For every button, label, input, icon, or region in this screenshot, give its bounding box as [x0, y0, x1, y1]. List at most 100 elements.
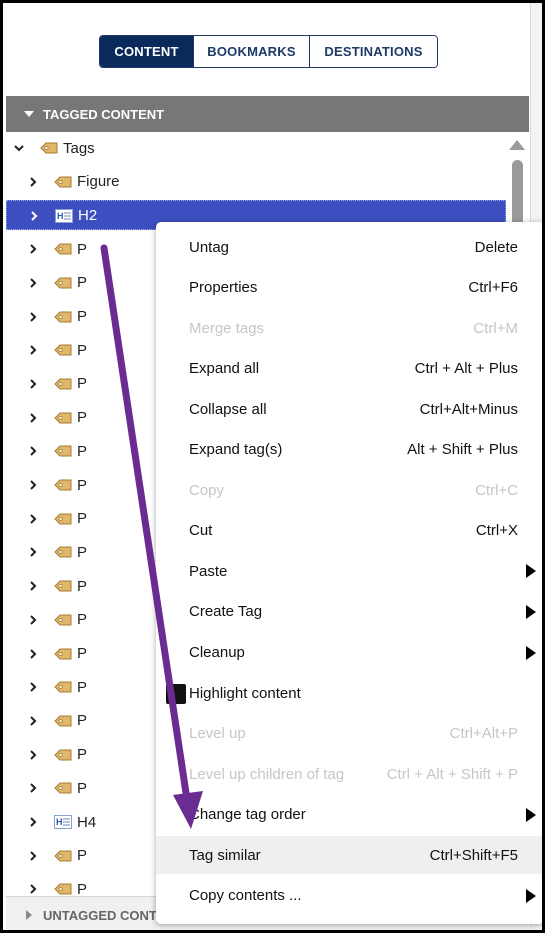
tree-row-label: P: [77, 476, 88, 494]
chevron-right-icon[interactable]: [28, 513, 38, 524]
menu-item-shortcut: Ctrl + Alt + Plus: [414, 360, 518, 378]
tree-row-label: P: [77, 442, 88, 460]
tree-row-label: H2: [78, 206, 98, 224]
svg-text:H: H: [56, 817, 63, 827]
tag-icon: [54, 242, 72, 256]
tag-icon: [54, 175, 72, 189]
menu-item-label: Copy: [189, 481, 225, 499]
menu-item-label: Highlight content: [189, 684, 301, 702]
menu-item-expand-all[interactable]: Expand all Ctrl + Alt + Plus: [156, 350, 542, 388]
menu-item-shortcut: Ctrl+F6: [468, 279, 518, 297]
tag-icon: [54, 411, 72, 425]
chevron-right-icon[interactable]: [28, 345, 38, 355]
menu-item-paste[interactable]: Paste: [156, 552, 542, 590]
tagged-content-header[interactable]: TAGGED CONTENT: [6, 96, 529, 132]
chevron-right-icon[interactable]: [28, 412, 38, 423]
menu-item-properties[interactable]: Properties Ctrl+F6: [156, 269, 542, 307]
menu-item-highlight-content[interactable]: Highlight content: [156, 674, 542, 712]
chevron-right-icon[interactable]: [28, 379, 38, 389]
chevron-right-icon[interactable]: [28, 716, 38, 726]
tree-row-label: P: [77, 274, 88, 292]
chevron-right-icon[interactable]: [28, 884, 38, 895]
chevron-right-icon[interactable]: [28, 850, 38, 861]
tree-row-label: P: [77, 712, 88, 730]
menu-item-level-up-children-of-tag[interactable]: Level up children of tag Ctrl + Alt + Shi…: [156, 755, 542, 793]
tag-icon: [54, 478, 72, 492]
chevron-right-icon[interactable]: [29, 211, 39, 222]
menu-item-label: Expand tag(s): [189, 441, 283, 459]
chevron-right-icon[interactable]: [28, 783, 38, 794]
chevron-right-icon[interactable]: [28, 648, 38, 659]
chevron-right-icon[interactable]: [28, 682, 38, 692]
tree-row-label: P: [77, 678, 88, 696]
tag-icon: [54, 647, 72, 661]
chevron-right-icon[interactable]: [28, 817, 38, 827]
tag-icon: [54, 781, 72, 795]
menu-item-label: Untag: [189, 238, 230, 256]
menu-item-label: Level up children of tag: [189, 765, 345, 783]
menu-item-label: Level up: [189, 725, 246, 743]
chevron-right-icon[interactable]: [28, 480, 38, 490]
menu-item-label: Copy contents ...: [189, 887, 302, 905]
menu-item-shortcut: Ctrl+Alt+P: [449, 725, 518, 743]
menu-item-collapse-all[interactable]: Collapse all Ctrl+Alt+Minus: [156, 390, 542, 428]
menu-item-untag[interactable]: Untag Delete: [156, 228, 542, 266]
tree-row-label: P: [77, 510, 88, 528]
tree-row-label: P: [77, 375, 88, 393]
chevron-right-icon[interactable]: [28, 176, 38, 187]
menu-item-cleanup[interactable]: Cleanup: [156, 634, 542, 672]
tag-icon: [54, 849, 72, 863]
chevron-right-icon[interactable]: [28, 311, 38, 322]
tree-row-label: P: [77, 611, 88, 629]
menu-item-label: Paste: [189, 562, 228, 580]
heading-icon: H: [54, 815, 72, 829]
chevron-right-icon[interactable]: [28, 244, 38, 254]
tag-icon: [54, 680, 72, 694]
tree-row-label: Tags: [63, 139, 95, 157]
menu-item-label: Cleanup: [189, 644, 245, 661]
menu-item-label: Expand all: [189, 360, 260, 378]
menu-item-shortcut: Delete: [474, 238, 518, 256]
tab-destinations[interactable]: DESTINATIONS: [310, 36, 437, 67]
chevron-right-icon[interactable]: [28, 278, 38, 288]
menu-item-label: Cut: [189, 522, 213, 540]
scroll-up-arrow-icon[interactable]: [509, 140, 525, 150]
menu-item-shortcut: Ctrl+Shift+F5: [429, 846, 518, 864]
menu-item-merge-tags[interactable]: Merge tags Ctrl+M: [156, 309, 542, 347]
chevron-down-icon[interactable]: [14, 143, 24, 153]
menu-item-tag-similar[interactable]: Tag similar Ctrl+Shift+F5: [156, 836, 542, 875]
chevron-right-icon[interactable]: [28, 615, 38, 625]
menu-item-shortcut: Ctrl+M: [473, 319, 518, 337]
tree-row-label: H4: [77, 813, 97, 831]
tree-row-label: P: [77, 543, 88, 561]
menu-item-label: Properties: [189, 279, 258, 297]
menu-item-copy[interactable]: Copy Ctrl+C: [156, 471, 542, 509]
menu-item-label: Change tag order: [189, 806, 306, 824]
tag-icon: [54, 444, 72, 458]
chevron-right-icon[interactable]: [28, 749, 38, 760]
menu-item-level-up[interactable]: Level up Ctrl+Alt+P: [156, 715, 542, 753]
checkmark-icon: [166, 684, 186, 705]
tree-row-tags[interactable]: Tags: [6, 133, 506, 163]
submenu-arrow-icon: [526, 645, 536, 660]
tree-row-figure[interactable]: Figure: [6, 167, 506, 197]
tab-content[interactable]: CONTENT: [100, 36, 194, 67]
menu-item-expand-tag-s[interactable]: Expand tag(s) Alt + Shift + Plus: [156, 431, 542, 469]
chevron-right-icon[interactable]: [28, 547, 38, 558]
tree-row-label: P: [77, 577, 88, 595]
menu-item-copy-contents[interactable]: Copy contents ...: [156, 877, 542, 915]
scrollbar-thumb[interactable]: [512, 160, 523, 230]
tree-row-label: Figure: [77, 173, 120, 191]
tab-bookmarks[interactable]: BOOKMARKS: [194, 36, 310, 67]
tree-row-label: P: [77, 409, 88, 427]
tree-row-label: P: [77, 847, 88, 865]
chevron-right-icon[interactable]: [28, 446, 38, 457]
tag-icon: [54, 377, 72, 391]
menu-item-cut[interactable]: Cut Ctrl+X: [156, 512, 542, 550]
submenu-arrow-icon: [526, 807, 536, 822]
menu-item-label: Merge tags: [189, 319, 265, 337]
heading-icon: H: [55, 209, 73, 224]
menu-item-create-tag[interactable]: Create Tag: [156, 593, 542, 631]
chevron-right-icon[interactable]: [28, 581, 38, 591]
menu-item-change-tag-order[interactable]: Change tag order: [156, 796, 542, 834]
